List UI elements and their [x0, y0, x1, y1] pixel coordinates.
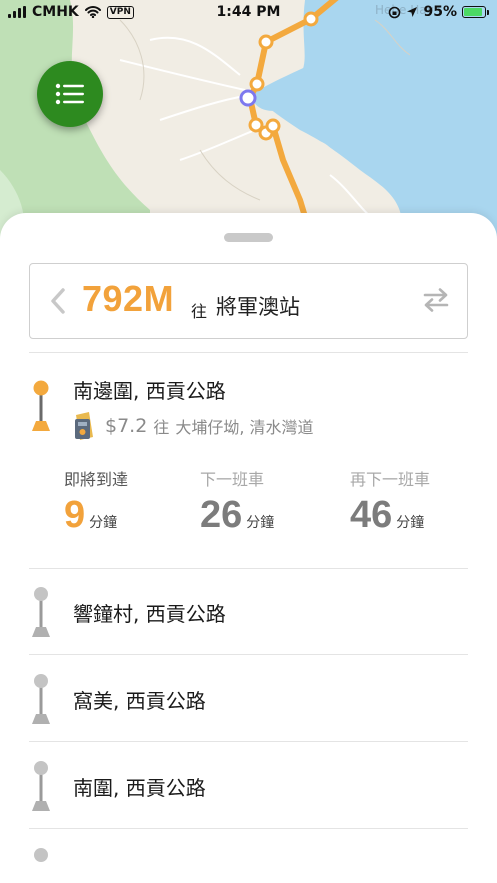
list-icon [55, 83, 84, 105]
eta-2: 下一班車 26 分鐘 [200, 466, 274, 537]
eta-label: 再下一班車 [350, 470, 431, 489]
route-detail-sheet: 792M 往 將軍澳站 南邊圍, 西貢公路 $7.2 往 大埔仔坳, 清水灣道 … [0, 213, 497, 883]
stop-name: 南圍, 西貢公路 [73, 776, 206, 800]
route-number: 792M [82, 278, 175, 319]
divider [29, 568, 468, 569]
current-location-marker [239, 89, 257, 107]
eta-3: 再下一班車 46 分鐘 [350, 466, 430, 537]
bus-stop-pin-icon [32, 587, 50, 637]
stop-name: 響鐘村, 西貢公路 [73, 602, 226, 626]
sheet-drag-handle[interactable] [224, 233, 273, 242]
map-stop-marker[interactable] [258, 34, 274, 50]
eta-unit: 分鐘 [89, 515, 118, 531]
eta-minutes: 9 [64, 494, 86, 536]
battery-icon [462, 6, 489, 18]
divider [29, 741, 468, 742]
bus-stop-pin-icon [32, 674, 50, 724]
route-to-word: 往 [191, 302, 208, 321]
bus-stop-pin-icon [34, 848, 48, 862]
chevron-left-icon[interactable] [50, 288, 66, 314]
fare-section: 大埔仔坳, 清水灣道 [175, 418, 314, 437]
fare-amount: $7.2 [105, 415, 148, 437]
menu-button[interactable] [37, 61, 103, 127]
eta-minutes: 26 [200, 494, 243, 536]
eta-minutes: 46 [350, 494, 393, 536]
eta-label: 即將到達 [64, 470, 129, 489]
fare-to-word: 往 [153, 418, 170, 437]
route-header: 792M 往 將軍澳站 [29, 263, 468, 339]
stop-name: 南邊圍, 西貢公路 [73, 379, 226, 403]
bus-stop-pin-icon [32, 761, 50, 811]
fare-info: $7.2 往 大埔仔坳, 清水灣道 [73, 411, 314, 441]
map-stop-marker[interactable] [249, 76, 265, 92]
bus-stop-pin-icon [32, 380, 50, 431]
divider [29, 352, 468, 353]
status-bar: CMHK VPN 1:44 PM 95% [0, 0, 497, 26]
orientation-lock-icon [389, 6, 401, 18]
map-stop-marker[interactable] [265, 118, 281, 134]
eta-unit: 分鐘 [396, 515, 425, 531]
octopus-card-icon [75, 412, 93, 440]
stop-name: 窩美, 西貢公路 [73, 689, 206, 713]
location-arrow-icon [407, 7, 418, 17]
swap-direction-icon[interactable] [423, 288, 449, 312]
battery-percent: 95% [423, 4, 457, 20]
eta-label: 下一班車 [200, 470, 265, 489]
eta-unit: 分鐘 [246, 515, 275, 531]
sea-area [260, 0, 497, 240]
divider [29, 654, 468, 655]
route-destination: 將軍澳站 [216, 295, 300, 319]
eta-1: 即將到達 9 分鐘 [64, 466, 128, 537]
divider [29, 828, 468, 829]
